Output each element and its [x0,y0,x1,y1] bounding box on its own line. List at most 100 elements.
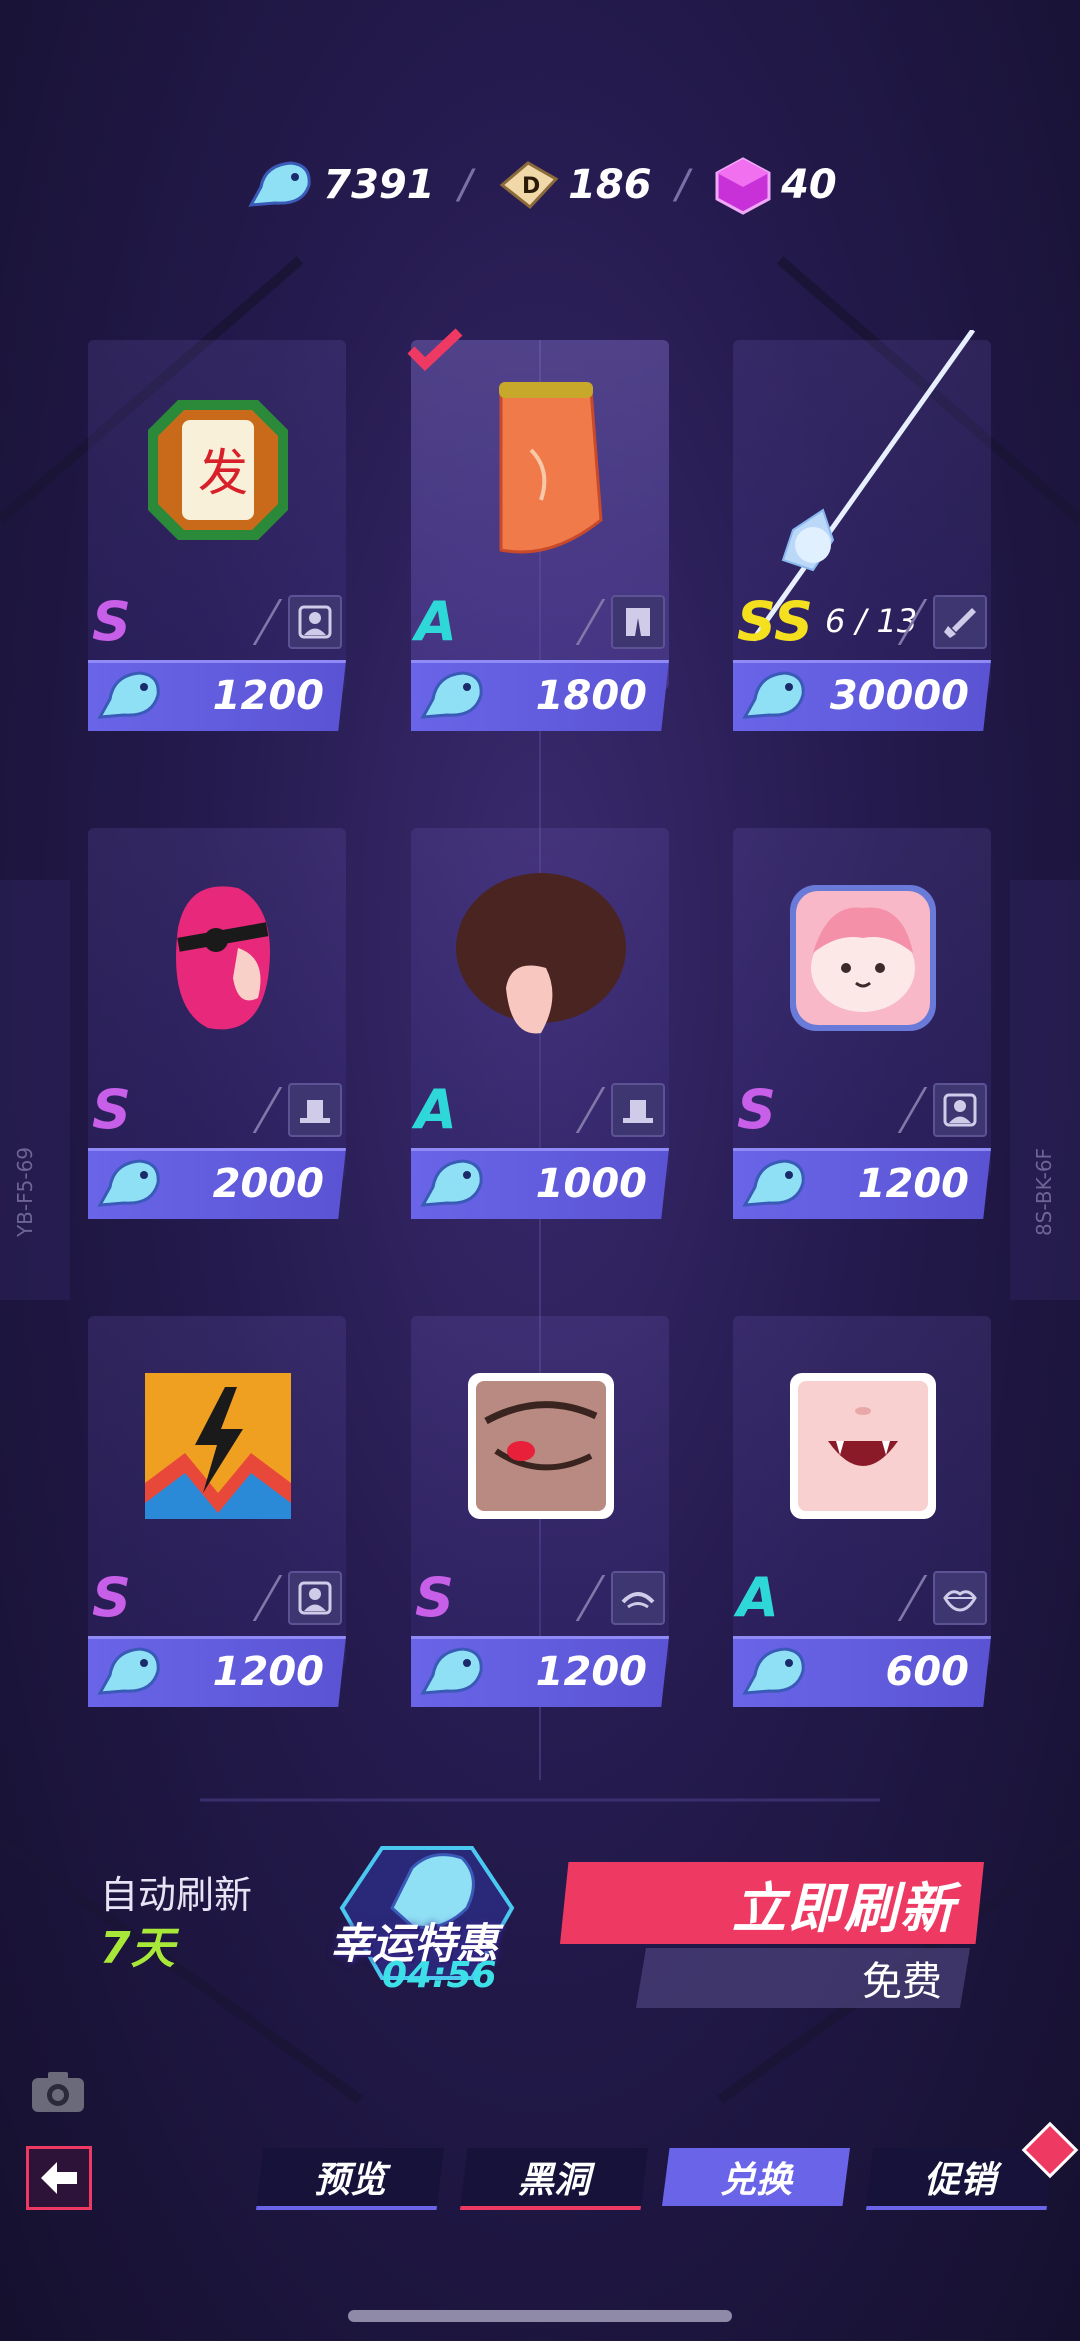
type-indicator [897,1571,987,1625]
price-button[interactable]: 1200 [733,1148,991,1219]
dice-ticket-icon: D [499,161,559,210]
pants-icon [611,595,665,649]
red-eye-icon [451,1356,631,1536]
checkmark-icon [407,328,463,371]
hat-icon [611,1083,665,1137]
avatar-frame-icon [933,1083,987,1137]
fish-currency-icon [742,1647,805,1695]
currency-cube: 40 [713,155,837,215]
fish-currency-icon [420,671,483,719]
tab-preview-label: 预览 [313,2160,386,2201]
free-label: 免费 [862,1959,942,2005]
side-code-right: 8S-BK-6F [1032,1147,1057,1237]
fish-currency-icon [97,1647,160,1695]
tab-black-hole[interactable]: 黑洞 [460,2148,648,2210]
pink-pirate-hair-icon [128,868,308,1048]
rarity-label: A [737,1566,779,1629]
auto-refresh-label: 自动刷新 [100,1873,253,1917]
shop-item-ice-spear[interactable]: SS 6 / 13 30000 [733,330,991,740]
fish-currency-icon [248,161,311,207]
lightning-avatar-icon [128,1356,308,1536]
fish-currency-icon [97,1159,160,1207]
eye-icon [611,1571,665,1625]
type-indicator [252,595,342,649]
shop-item-pirate-hair[interactable]: S 2000 [88,828,346,1228]
currency-fish: 7391 [243,157,435,213]
shop-item-fang-mouth[interactable]: A 600 [733,1316,991,1716]
rarity-label: A [415,590,457,653]
mahjong-tile-icon: 发 [128,380,308,560]
weapon-icon [933,595,987,649]
price-value: 1200 [212,673,324,719]
arrow-left-icon [41,2162,77,2194]
hat-icon [288,1083,342,1137]
type-indicator [897,1083,987,1137]
type-indicator [575,595,665,649]
tab-preview[interactable]: 预览 [256,2148,444,2210]
price-value: 1000 [535,1161,647,1207]
pink-character-avatar-icon [773,868,953,1048]
avatar-frame-icon [288,595,342,649]
fish-currency-icon [420,1647,483,1695]
shop-item-afro-hair[interactable]: A 1000 [411,828,669,1228]
fish-currency-icon [420,1159,483,1207]
price-value: 1200 [212,1649,324,1695]
fish-currency-value: 7391 [323,162,435,208]
currency-dice: D 186 [496,157,652,213]
rarity-label: S [92,1078,131,1141]
price-value: 2000 [212,1161,324,1207]
price-button[interactable]: 2000 [88,1148,346,1219]
tab-promotion[interactable]: 促销 [866,2148,1054,2210]
cube-currency-value: 40 [781,162,837,208]
fish-currency-icon [97,671,160,719]
price-value: 1200 [857,1161,969,1207]
shop-item-lightning-avatar[interactable]: S 1200 [88,1316,346,1716]
price-button[interactable]: 1800 [411,660,669,731]
price-button[interactable]: 1000 [411,1148,669,1219]
afro-hair-icon [451,868,631,1048]
refresh-now-button[interactable]: 立即刷新 [560,1862,984,1944]
currency-separator: / [675,162,690,208]
shop-item-mahjong-avatar[interactable]: 发 S 1200 [88,340,346,740]
refresh-now-label: 立即刷新 [732,1876,956,1940]
orange-skirt-icon [451,380,631,560]
svg-text:D: D [522,174,540,199]
side-code-left: YB-F5-69 [13,1146,38,1238]
currency-separator: / [458,162,473,208]
price-value: 30000 [829,673,969,719]
price-value: 600 [885,1649,970,1695]
price-button[interactable]: 600 [733,1636,991,1707]
refresh-cost: 免费 [636,1948,970,2008]
lucky-deal-timer: 04:56 [382,1955,497,1996]
price-button[interactable]: 1200 [411,1636,669,1707]
currency-bar: 7391 / D 186 / 40 [0,150,1080,220]
purple-cube-icon [715,157,771,215]
type-indicator [897,595,987,649]
back-button[interactable] [26,2146,92,2210]
lips-icon [933,1571,987,1625]
camera-icon[interactable] [30,2068,86,2114]
price-button[interactable]: 1200 [88,660,346,731]
home-indicator[interactable] [348,2310,732,2322]
rarity-label: A [415,1078,457,1141]
tab-exchange[interactable]: 兑换 [662,2148,850,2206]
fish-currency-icon [742,671,805,719]
rarity-label: S [92,1566,131,1629]
tab-black-hole-label: 黑洞 [517,2160,590,2201]
rarity-label: S [92,590,131,653]
shop-item-red-eye[interactable]: S 1200 [411,1316,669,1716]
price-value: 1200 [535,1649,647,1695]
rarity-label: S [737,1078,776,1141]
dice-ticket-value: 186 [568,162,652,208]
auto-refresh-days: 7天 [100,1923,175,1974]
price-button[interactable]: 30000 [733,660,991,731]
tab-promotion-label: 促销 [923,2160,996,2201]
rarity-label: SS [737,590,813,653]
fang-mouth-icon [773,1356,953,1536]
shop-item-pink-avatar[interactable]: S 1200 [733,828,991,1228]
svg-text:发: 发 [198,444,248,502]
type-indicator [575,1083,665,1137]
type-indicator [575,1571,665,1625]
shop-item-orange-skirt[interactable]: A 1800 [407,328,669,740]
price-button[interactable]: 1200 [88,1636,346,1707]
